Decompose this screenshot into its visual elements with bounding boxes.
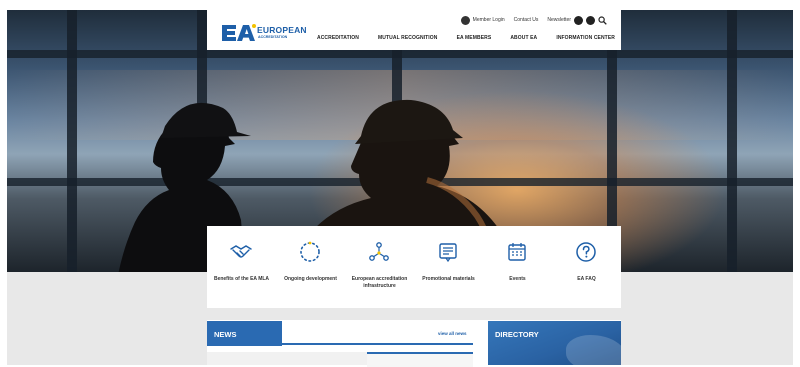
quick-link-benefits[interactable]: Benefits of the EA MLA [207,226,276,308]
nav-mutual-recognition[interactable]: MUTUAL RECOGNITION [378,35,437,41]
utility-bar: Member Login Contact Us Newsletter [460,14,607,26]
directory-panel[interactable]: DIRECTORY [488,321,621,365]
quick-link-events[interactable]: Events [483,226,552,308]
question-icon [576,242,596,262]
quick-link-label: European accreditation infrastructure [351,276,408,289]
quick-link-infrastructure[interactable]: European accreditation infrastructure [345,226,414,308]
page: EUROPEAN ACCREDITATION Member Login Cont… [0,0,800,367]
news-heading: NEWS [207,321,282,346]
member-login-link[interactable]: Member Login [473,17,505,23]
main-nav: ACCREDITATION MUTUAL RECOGNITION EA MEMB… [317,35,615,41]
quick-link-faq[interactable]: EA FAQ [552,226,621,308]
quick-link-label: Promotional materials [422,276,475,282]
site-header: EUROPEAN ACCREDITATION Member Login Cont… [207,10,621,50]
search-icon[interactable] [598,15,607,25]
quick-link-label: Benefits of the EA MLA [213,276,270,282]
newsletter-link[interactable]: Newsletter [547,17,571,23]
quick-link-label: Events [509,276,526,282]
user-icon[interactable] [460,15,470,25]
nav-ea-members[interactable]: EA MEMBERS [457,35,492,41]
europe-map-image [566,335,621,365]
handshake-icon [230,245,252,258]
facebook-icon[interactable] [574,15,583,25]
nav-information-center[interactable]: INFORMATION CENTER [556,35,615,41]
quick-link-label: EA FAQ [577,276,596,282]
news-divider [282,343,473,345]
news-title: NEWS [214,330,237,339]
quick-link-promotional[interactable]: Promotional materials [414,226,483,308]
news-item[interactable] [207,352,367,365]
view-all-news-link[interactable]: view all news [438,331,467,336]
directory-title: DIRECTORY [495,330,539,339]
calendar-icon [508,243,526,261]
dotted-circle-icon [300,241,320,262]
contact-us-link[interactable]: Contact Us [514,17,539,23]
nav-accreditation[interactable]: ACCREDITATION [317,35,359,41]
nav-about-ea[interactable]: ABOUT EA [510,35,537,41]
ea-logo[interactable]: EUROPEAN ACCREDITATION [220,23,310,45]
document-icon [439,243,457,263]
network-icon [369,242,389,261]
quick-links-panel: Benefits of the EA MLA Ongoing developme… [207,226,621,308]
ea-logo-mark [222,24,256,41]
quick-link-ongoing[interactable]: Ongoing development [276,226,345,308]
logo-name: EUROPEAN [257,25,307,35]
quick-link-label: Ongoing development [284,276,337,282]
youtube-icon[interactable] [586,15,595,25]
logo-subtitle: ACCREDITATION [258,35,288,39]
